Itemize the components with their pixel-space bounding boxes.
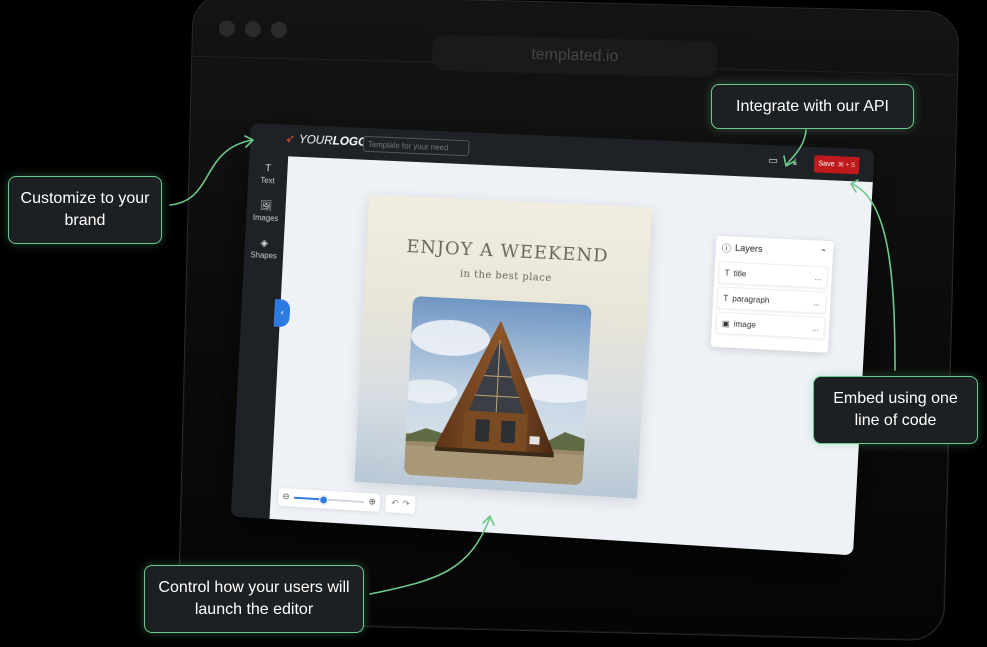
more-options-icon[interactable]: ... (812, 323, 819, 332)
callout-api: Integrate with our API (711, 84, 914, 129)
save-button[interactable]: Save ⌘ + S (813, 155, 860, 175)
layers-panel: ⓘ Layers ⌃ T title ... T paragraph ... ▣… (710, 235, 834, 353)
callout-embed: Embed using one line of code (813, 376, 978, 444)
text-icon: T (724, 268, 730, 278)
collapse-sidebar-button[interactable]: ‹ (273, 298, 291, 328)
download-icon[interactable]: ⤓ (792, 156, 797, 168)
save-label: Save (818, 160, 835, 169)
window-dot-minimize[interactable] (244, 21, 262, 38)
canvas-area[interactable]: ‹ ENJOY A WEEKEND in the best place ⓘ La… (269, 156, 873, 556)
a-frame-cabin-image (403, 296, 592, 486)
callout-customize: Customize to your brand (8, 176, 162, 244)
poster-title[interactable]: ENJOY A WEEKEND (366, 234, 650, 269)
sidebar-item-images[interactable]: 🖼 Images (246, 200, 286, 223)
rocket-icon: ➶ (284, 131, 296, 146)
history-controls: ↶ ↷ (385, 494, 416, 515)
poster-design[interactable]: ENJOY A WEEKEND in the best place (354, 194, 653, 499)
redo-icon[interactable]: ↷ (402, 499, 410, 509)
template-name-input[interactable] (362, 135, 470, 157)
more-options-icon[interactable]: ... (813, 298, 820, 307)
chevron-left-icon: ‹ (280, 308, 285, 319)
url-bar[interactable]: templated.io (431, 34, 718, 78)
callout-customize-text: Customize to your brand (20, 190, 150, 229)
chevron-up-icon[interactable]: ⌃ (820, 247, 827, 256)
url-text: templated.io (531, 46, 619, 66)
zoom-slider[interactable] (293, 495, 365, 505)
layer-item-image[interactable]: ▣ image ... (715, 311, 826, 340)
layers-title: Layers (734, 242, 763, 255)
logo-your: YOUR (298, 132, 333, 148)
window-dot-maximize[interactable] (270, 21, 288, 39)
editor-window: ➶ YOURLOGO ▭ ⤓ Save ⌘ + S T Text 🖼 Image… (230, 123, 875, 556)
callout-control-text: Control how your users will launch the e… (158, 579, 350, 618)
callout-control: Control how your users will launch the e… (144, 565, 364, 633)
window-dot-close[interactable] (218, 20, 236, 37)
sidebar-item-shapes[interactable]: ◈ Shapes (244, 237, 284, 261)
image-icon: ▣ (721, 318, 730, 328)
stage: templated.io ➶ YOURLOGO ▭ ⤓ Save ⌘ + S T… (0, 0, 987, 647)
preview-icon[interactable]: ▭ (768, 155, 778, 168)
cabin-photo[interactable] (403, 296, 592, 486)
text-icon: T (264, 163, 272, 175)
shapes-icon: ◈ (260, 238, 269, 250)
layer-item-title[interactable]: T title ... (717, 261, 829, 289)
image-icon: 🖼 (259, 200, 273, 212)
sidebar-item-text[interactable]: T Text (248, 162, 288, 185)
info-icon: ⓘ (721, 242, 732, 254)
brand-logo: ➶ YOURLOGO (285, 132, 368, 149)
text-icon: T (723, 293, 729, 303)
zoom-in-icon[interactable]: ⊕ (368, 497, 376, 507)
layer-label: paragraph (732, 293, 770, 305)
save-shortcut: ⌘ + S (837, 162, 856, 170)
layer-label: title (733, 268, 747, 279)
layer-item-paragraph[interactable]: T paragraph ... (716, 286, 827, 315)
zoom-out-icon[interactable]: ⊖ (282, 492, 290, 502)
sidebar-item-label: Shapes (250, 250, 278, 261)
poster-subtitle[interactable]: in the best place (365, 264, 648, 289)
sidebar-item-label: Images (252, 212, 279, 224)
more-options-icon[interactable]: ... (814, 272, 821, 281)
layers-header[interactable]: ⓘ Layers ⌃ (715, 236, 833, 264)
zoom-control: ⊖ ⊕ (277, 487, 381, 512)
callout-api-text: Integrate with our API (736, 97, 889, 115)
zoom-slider-handle[interactable] (319, 495, 329, 505)
undo-icon[interactable]: ↶ (391, 499, 399, 509)
sidebar-item-label: Text (260, 175, 275, 186)
layer-label: image (733, 319, 757, 330)
callout-embed-text: Embed using one line of code (833, 390, 958, 429)
